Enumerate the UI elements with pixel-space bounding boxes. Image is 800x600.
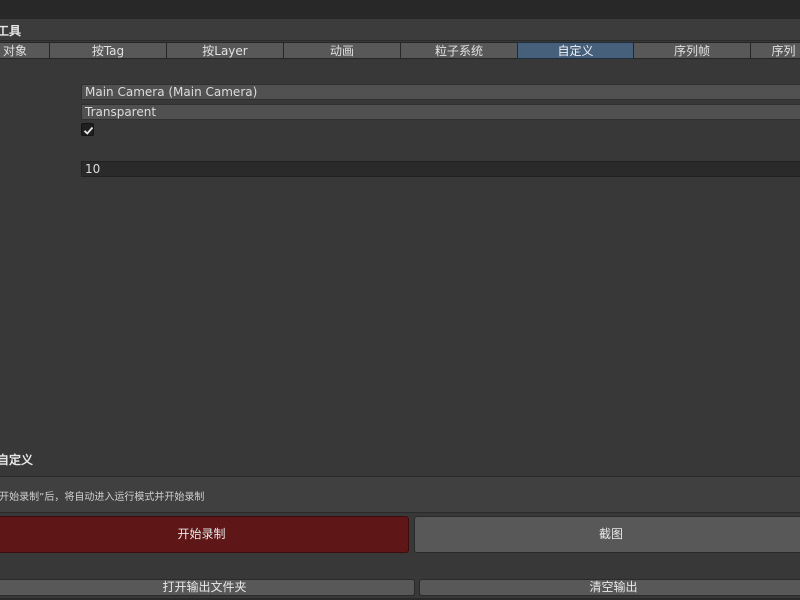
number-input[interactable]: 10 bbox=[81, 161, 800, 177]
camera-dropdown[interactable]: Main Camera (Main Camera) bbox=[81, 84, 800, 100]
window-title-strip bbox=[0, 0, 800, 19]
start-recording-button[interactable]: 开始录制 bbox=[0, 516, 409, 553]
tab-by-layer[interactable]: 按Layer bbox=[166, 42, 283, 59]
tab-by-tag[interactable]: 按Tag bbox=[49, 42, 166, 59]
checkmark-icon bbox=[83, 126, 94, 135]
open-output-folder-button[interactable]: 打开输出文件夹 bbox=[0, 579, 415, 596]
screenshot-button[interactable]: 截图 bbox=[414, 516, 800, 553]
tab-bar: 对象 按Tag 按Layer 动画 粒子系统 自定义 序列帧 序列 bbox=[0, 42, 800, 59]
option-checkbox[interactable] bbox=[81, 123, 94, 136]
clear-output-button[interactable]: 清空输出 bbox=[419, 579, 800, 596]
tab-objects[interactable]: 对象 bbox=[0, 42, 49, 59]
tab-sequence[interactable]: 序列 bbox=[750, 42, 800, 59]
background-dropdown[interactable]: Transparent bbox=[81, 104, 800, 120]
help-text: “开始录制”后，将自动进入运行模式并开始录制 bbox=[0, 492, 205, 503]
window-title: 工具 bbox=[0, 24, 22, 38]
tool-window: 工具 对象 按Tag 按Layer 动画 粒子系统 自定义 序列帧 序列 Mai… bbox=[0, 0, 800, 600]
tab-animation[interactable]: 动画 bbox=[283, 42, 400, 59]
tab-frame-sequence[interactable]: 序列帧 bbox=[633, 42, 750, 59]
header-bar: 工具 bbox=[0, 19, 800, 41]
section-title: 自定义 bbox=[0, 453, 34, 467]
help-box: “开始录制”后，将自动进入运行模式并开始录制 bbox=[0, 477, 800, 513]
tab-custom[interactable]: 自定义 bbox=[517, 42, 633, 59]
tab-particle-system[interactable]: 粒子系统 bbox=[400, 42, 517, 59]
